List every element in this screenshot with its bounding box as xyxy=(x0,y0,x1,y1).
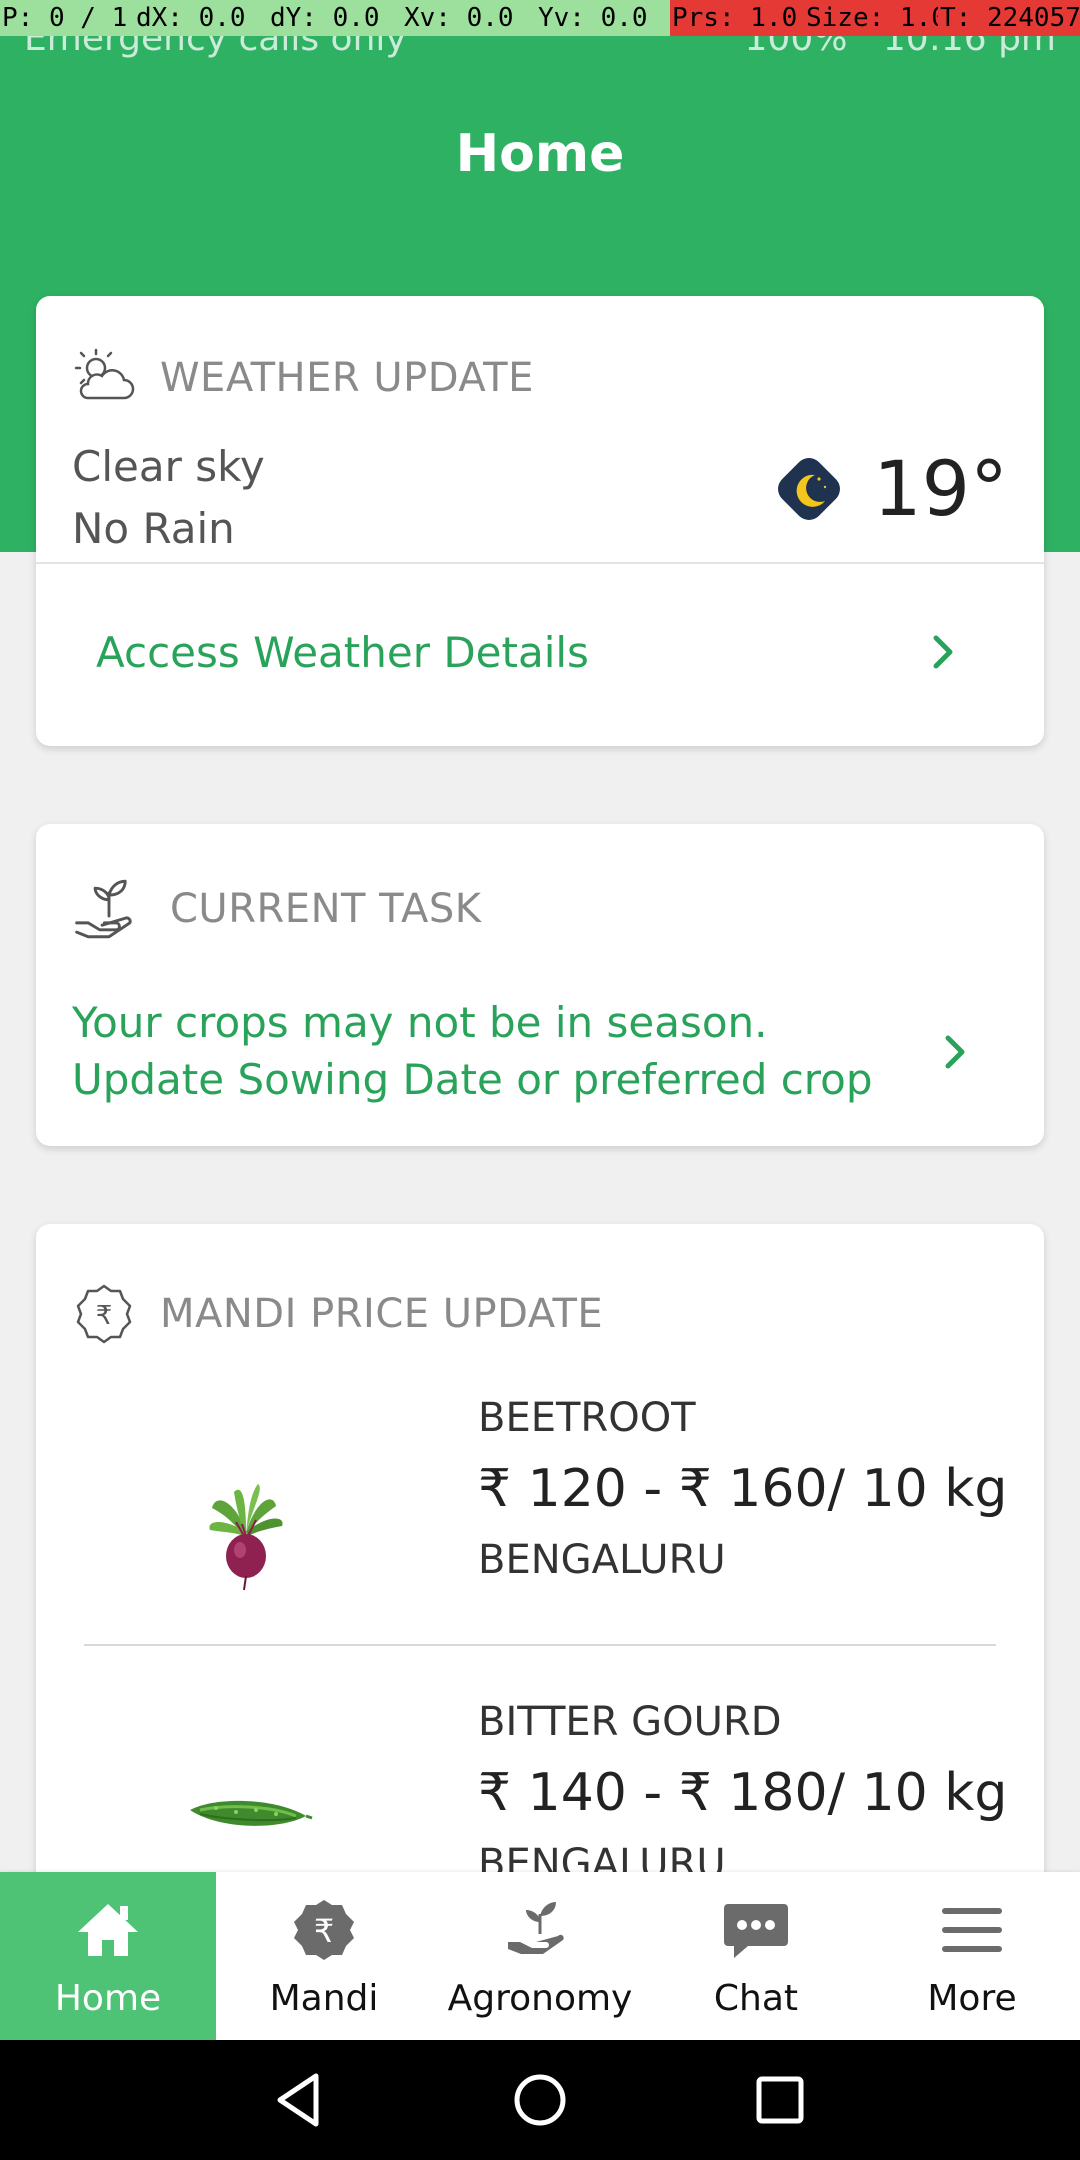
commodity-name: BITTER GOURD xyxy=(478,1699,782,1745)
task-section-title: CURRENT TASK xyxy=(170,886,482,932)
divider xyxy=(84,1644,996,1646)
bitter-gourd-image xyxy=(190,1800,313,1826)
moon-icon xyxy=(778,457,841,520)
recents-icon[interactable] xyxy=(750,2070,810,2130)
nav-home[interactable]: Home xyxy=(0,1872,216,2040)
rain-status: No Rain xyxy=(72,504,235,553)
partly-cloudy-icon xyxy=(74,348,135,400)
chevron-right-icon[interactable] xyxy=(924,632,964,672)
chat-icon xyxy=(724,1904,788,1958)
bottom-navigation: Home ₹ Mandi Agronomy Chat More xyxy=(0,1872,1080,2040)
weather-condition: Clear sky xyxy=(72,442,265,491)
commodity-price: ₹ 120 - ₹ 160/ 10 kg xyxy=(478,1459,1008,1519)
debug-size: Size: 1.0 xyxy=(804,0,938,36)
temperature-value: 19° xyxy=(873,444,1008,533)
task-message[interactable]: Your crops may not be in season. Update … xyxy=(72,994,912,1108)
weather-card-header: WEATHER UPDATE xyxy=(72,346,534,410)
back-icon[interactable] xyxy=(270,2070,330,2130)
beetroot-image xyxy=(209,1484,283,1591)
access-weather-details-link[interactable]: Access Weather Details xyxy=(96,628,589,677)
pointer-debug-overlay: P: 0 / 1 dX: 0.0 dY: 0.0 Xv: 0.0 Yv: 0.0… xyxy=(0,0,1080,36)
weather-description: Clear sky No Rain xyxy=(72,436,265,560)
task-card-header: CURRENT TASK xyxy=(72,872,481,946)
rupee-icon: ₹ xyxy=(294,1900,354,1960)
debug-t: T: 224057 xyxy=(938,0,1080,36)
weather-section-title: WEATHER UPDATE xyxy=(160,355,534,401)
commodity-price: ₹ 140 - ₹ 180/ 10 kg xyxy=(478,1763,1008,1823)
nav-agronomy[interactable]: Agronomy xyxy=(432,1872,648,2040)
nav-more[interactable]: More xyxy=(864,1872,1080,2040)
mandi-card-header: ₹ MANDI PRICE UPDATE xyxy=(72,1282,603,1346)
mandi-section-title: MANDI PRICE UPDATE xyxy=(160,1291,604,1337)
weather-card: WEATHER UPDATE Clear sky No Rain 19° Acc… xyxy=(36,296,1044,746)
nav-chat[interactable]: Chat xyxy=(648,1872,864,2040)
svg-text:₹: ₹ xyxy=(314,1912,334,1950)
rupee-badge-icon: ₹ xyxy=(76,1284,132,1344)
current-task-card[interactable]: CURRENT TASK Your crops may not be in se… xyxy=(36,824,1044,1146)
debug-pointer: P: 0 / 1 xyxy=(0,0,134,36)
weather-temperature-block: 19° xyxy=(771,444,1008,533)
mandi-price-card: ₹ MANDI PRICE UPDATE BEETROOT ₹ 120 - ₹ … xyxy=(36,1224,1044,1924)
debug-dy: dY: 0.0 xyxy=(268,0,402,36)
nav-label: More xyxy=(927,1978,1017,2019)
debug-dx: dX: 0.0 xyxy=(134,0,268,36)
home-circle-icon[interactable] xyxy=(510,2070,570,2130)
debug-xv: Xv: 0.0 xyxy=(402,0,536,36)
plant-hand-outline-icon xyxy=(75,879,132,939)
chevron-right-icon[interactable] xyxy=(936,1032,976,1072)
nav-label: Agronomy xyxy=(447,1978,633,2019)
divider xyxy=(36,562,1044,564)
mandi-list-item[interactable]: BEETROOT ₹ 120 - ₹ 160/ 10 kg BENGALURU xyxy=(36,1388,1044,1688)
page-title: Home xyxy=(455,124,625,184)
debug-yv: Yv: 0.0 xyxy=(536,0,670,36)
plant-hand-icon xyxy=(508,1902,564,1954)
nav-label: Mandi xyxy=(269,1978,379,2019)
home-icon xyxy=(78,1904,138,1956)
nav-label: Chat xyxy=(713,1978,799,2019)
system-navigation-bar xyxy=(0,2040,1080,2160)
commodity-location: BENGALURU xyxy=(478,1537,726,1583)
nav-mandi[interactable]: ₹ Mandi xyxy=(216,1872,432,2040)
nav-label: Home xyxy=(54,1978,162,2019)
commodity-name: BEETROOT xyxy=(478,1395,696,1441)
svg-text:₹: ₹ xyxy=(96,1301,113,1331)
debug-prs: Prs: 1.0 xyxy=(670,0,804,36)
menu-icon xyxy=(942,1908,1002,1952)
